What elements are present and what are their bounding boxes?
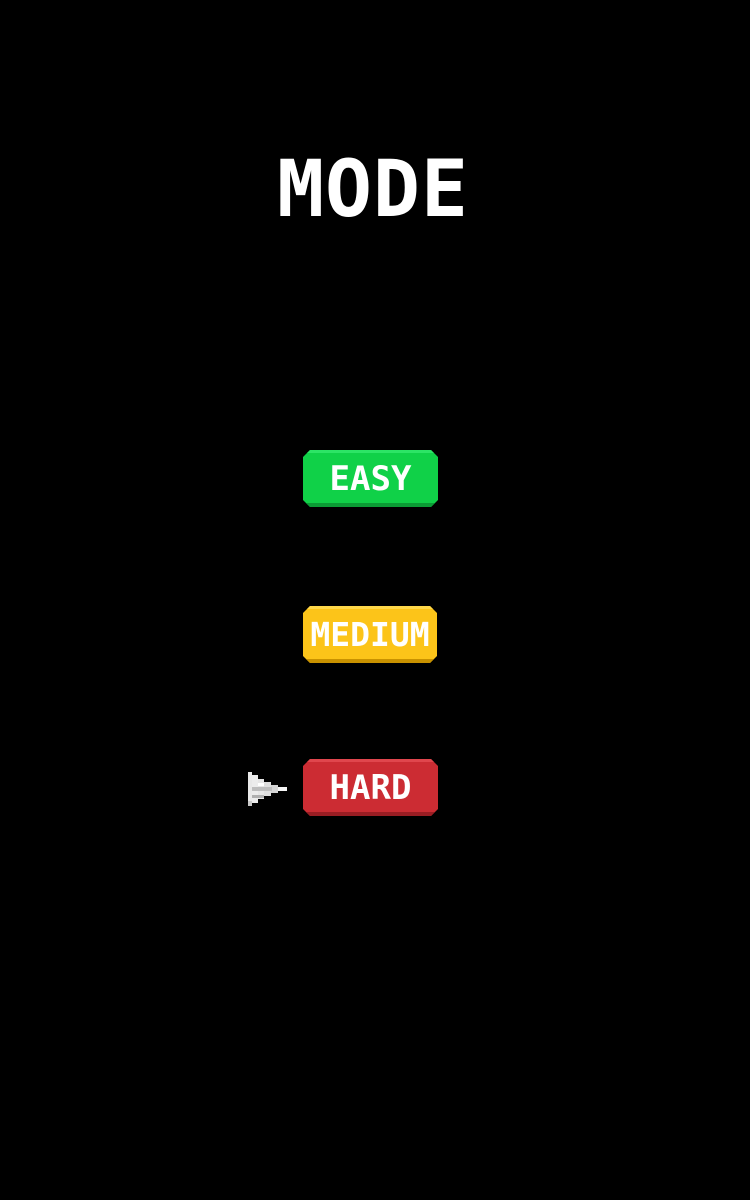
spaceship-cursor-icon xyxy=(248,772,287,806)
easy-mode-label: EASY xyxy=(329,458,412,499)
hard-mode-button[interactable]: HARD xyxy=(303,759,438,816)
easy-mode-button[interactable]: EASY xyxy=(303,450,438,507)
medium-mode-label: MEDIUM xyxy=(310,615,430,654)
screen-title: MODE xyxy=(277,145,469,235)
medium-mode-button[interactable]: MEDIUM xyxy=(303,606,437,663)
mode-select-screen: MODE EASY MEDIUM HARD xyxy=(0,0,750,1200)
hard-mode-label: HARD xyxy=(329,767,412,808)
